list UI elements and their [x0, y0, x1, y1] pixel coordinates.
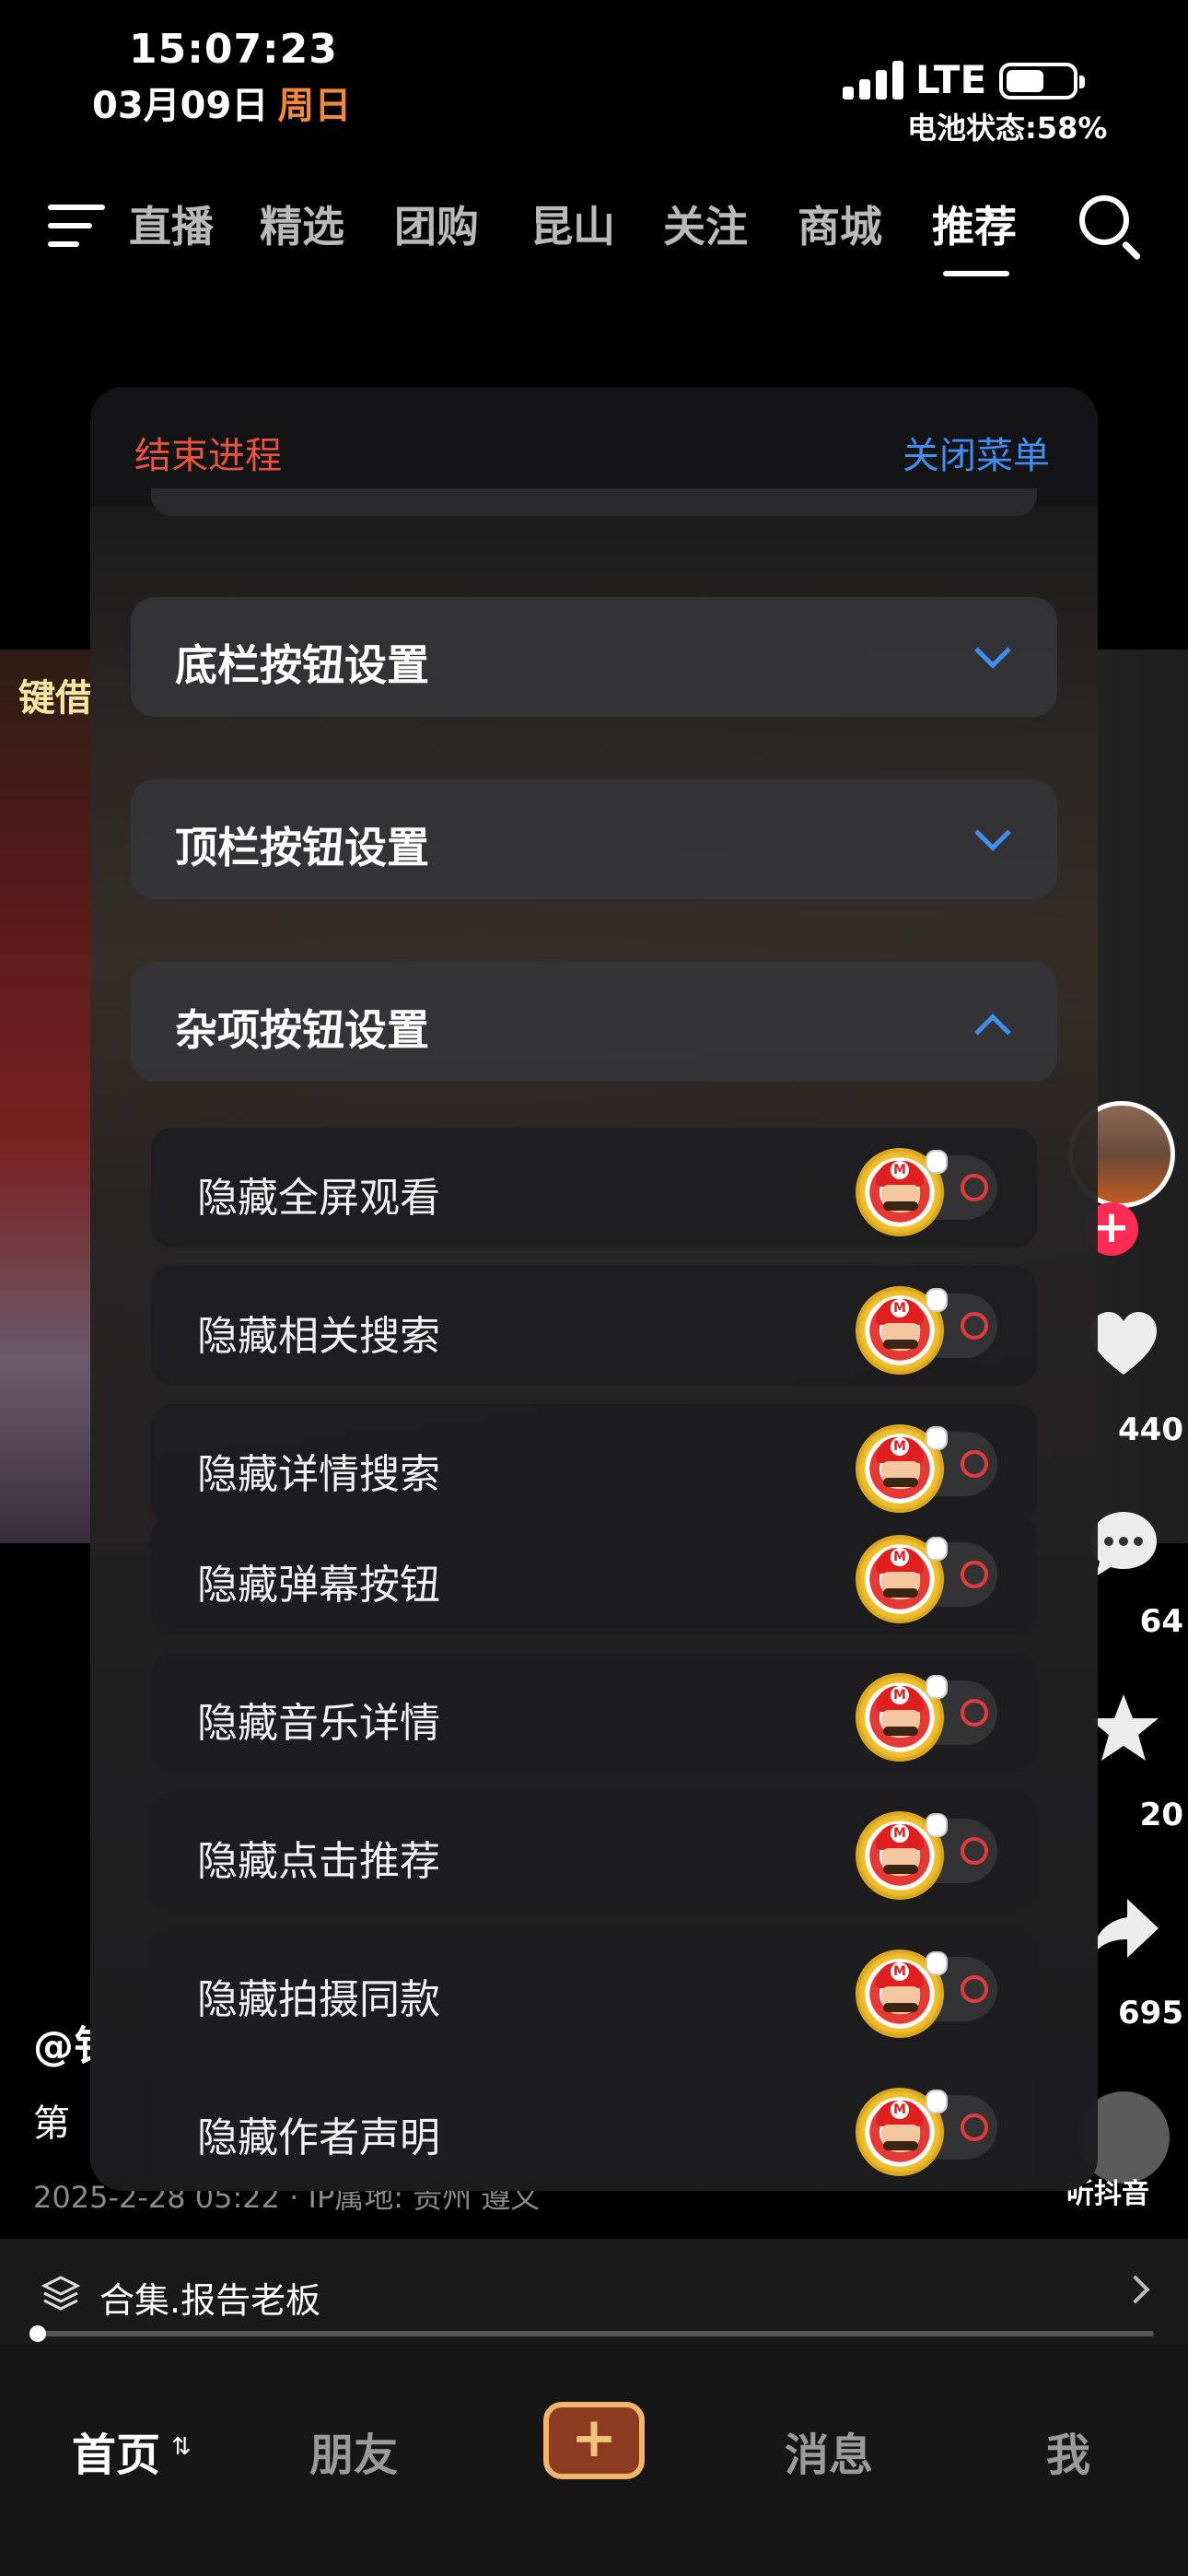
bottom-tab-home[interactable]: 首页 — [72, 2418, 160, 2483]
tab-group-buy[interactable]: 团购 — [394, 193, 479, 254]
bottom-tab-bar: 首页 ⇅ 朋友 + 消息 我 — [0, 2345, 1188, 2576]
item-label: 隐藏弹幕按钮 — [197, 1562, 440, 1609]
battery-status: 电池状态:58% — [907, 111, 1108, 146]
item-label: 隐藏相关搜索 — [197, 1313, 440, 1360]
list-item: 隐藏点击推荐 M — [151, 1791, 1037, 1911]
item-label: 隐藏全屏观看 — [197, 1175, 440, 1222]
signal-icon — [843, 59, 907, 100]
mario-toggle-switch[interactable]: M — [856, 1811, 1003, 1900]
settings-menu-panel: 结束进程 关闭菜单 底栏按钮设置 顶栏按钮设置 杂项按钮设置 隐藏全屏观看 M … — [90, 387, 1098, 2191]
bottom-tab-messages[interactable]: 消息 — [785, 2418, 873, 2483]
mario-toggle-switch[interactable]: M — [856, 1148, 1003, 1236]
video-progress-track[interactable] — [35, 2331, 1154, 2336]
section-title: 杂项按钮设置 — [175, 1005, 429, 1055]
list-item: 隐藏作者声明 M — [151, 2067, 1037, 2187]
tab-recommended[interactable]: 推荐 — [932, 193, 1017, 254]
list-item: 隐藏全屏观看 M — [151, 1128, 1037, 1247]
list-item: 隐藏弹幕按钮 M — [151, 1515, 1037, 1634]
section-bottom-bar-settings[interactable]: 底栏按钮设置 — [131, 597, 1057, 717]
tab-following[interactable]: 关注 — [663, 193, 748, 254]
list-item: 隐藏音乐详情 M — [151, 1653, 1037, 1773]
item-label: 隐藏音乐详情 — [197, 1700, 440, 1747]
tab-kunshan[interactable]: 昆山 — [530, 193, 615, 254]
section-title: 底栏按钮设置 — [175, 640, 429, 690]
bottom-tab-friends[interactable]: 朋友 — [309, 2418, 398, 2483]
section-title: 顶栏按钮设置 — [175, 823, 429, 872]
mario-toggle-switch[interactable]: M — [856, 1673, 1003, 1762]
collection-label: 合集.报告老板 — [99, 2280, 321, 2321]
section-misc-settings[interactable]: 杂项按钮设置 — [131, 962, 1057, 1082]
status-bar: 15:07:23 03月09日 周日 LTE 电池状态:58% — [0, 0, 1188, 147]
mario-toggle-switch[interactable]: M — [856, 1950, 1003, 2038]
item-label: 隐藏拍摄同款 — [197, 1976, 440, 2023]
search-icon[interactable] — [1079, 195, 1144, 261]
chevron-up-icon — [974, 1013, 1011, 1050]
chevron-down-icon — [974, 632, 1011, 669]
status-date: 03月09日 周日 — [92, 76, 351, 129]
network-type: LTE — [915, 57, 987, 102]
mario-toggle-switch[interactable]: M — [856, 1535, 1003, 1623]
video-progress-knob[interactable] — [29, 2325, 46, 2342]
layers-icon — [41, 2276, 81, 2311]
scrolled-item-peek — [151, 488, 1037, 516]
status-date-text: 03月09日 — [92, 85, 269, 127]
list-item: 隐藏详情搜索 M — [151, 1404, 1037, 1524]
status-weekday: 周日 — [277, 85, 352, 127]
share-icon[interactable] — [1087, 1893, 1160, 1967]
video-description: 第 — [33, 2102, 70, 2145]
close-menu-button[interactable]: 关闭菜单 — [903, 426, 1050, 479]
chevron-down-icon — [974, 814, 1011, 851]
comment-icon[interactable] — [1087, 1506, 1160, 1580]
tab-featured[interactable]: 精选 — [260, 193, 344, 254]
mario-toggle-switch[interactable]: M — [856, 1286, 1003, 1375]
list-item: 隐藏相关搜索 M — [151, 1266, 1037, 1386]
active-tab-indicator — [943, 271, 1009, 276]
list-item: 隐藏拍摄同款 M — [151, 1929, 1037, 2049]
status-time: 15:07:23 — [129, 26, 338, 73]
star-icon[interactable] — [1087, 1691, 1160, 1764]
video-left-edge — [0, 650, 92, 1543]
heart-icon[interactable] — [1087, 1308, 1160, 1382]
item-label: 隐藏作者声明 — [197, 2114, 440, 2161]
create-plus-button[interactable]: + — [543, 2402, 645, 2479]
mario-toggle-switch[interactable]: M — [856, 2088, 1003, 2176]
video-overlay-text: 键借 — [18, 677, 92, 720]
hamburger-menu-icon[interactable] — [48, 203, 105, 251]
tab-live[interactable]: 直播 — [129, 193, 214, 254]
section-top-bar-settings[interactable]: 顶栏按钮设置 — [131, 779, 1057, 899]
tab-mall[interactable]: 商城 — [798, 193, 882, 254]
top-nav: 直播 精选 团购 昆山 关注 商城 推荐 — [0, 175, 1188, 286]
item-label: 隐藏点击推荐 — [197, 1838, 440, 1885]
switch-arrows-icon[interactable]: ⇅ — [171, 2433, 192, 2461]
mario-toggle-switch[interactable]: M — [856, 1424, 1003, 1513]
bottom-tab-me[interactable]: 我 — [1046, 2418, 1090, 2483]
item-label: 隐藏详情搜索 — [197, 1451, 440, 1498]
battery-icon — [999, 63, 1085, 100]
end-process-button[interactable]: 结束进程 — [134, 426, 282, 479]
chevron-right-icon — [1121, 2275, 1150, 2304]
